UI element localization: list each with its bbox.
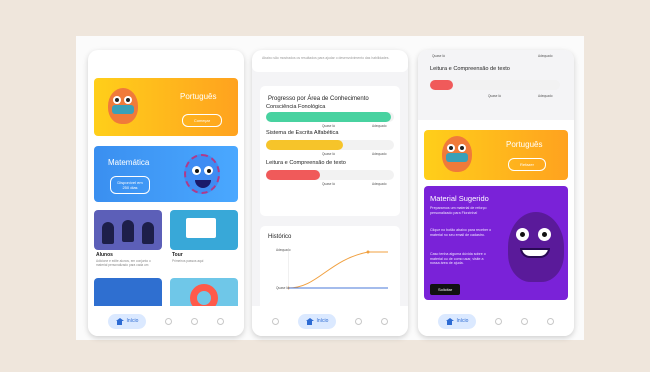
nav-item-icon[interactable] — [495, 317, 503, 325]
nav-item-icon[interactable] — [521, 317, 529, 325]
history-point — [366, 250, 370, 254]
whiteboard-icon — [186, 218, 216, 238]
bottom-navigation: Início — [418, 306, 574, 336]
tick-label: Adequado — [372, 152, 387, 156]
progress-track — [430, 80, 560, 90]
area-label: Leitura e Compreensão de texto — [266, 160, 346, 166]
tick-label: Adequado — [372, 124, 387, 128]
home-icon — [305, 317, 314, 325]
request-material-button[interactable]: Solicitar — [430, 284, 461, 295]
nav-home-button[interactable]: Início — [297, 313, 337, 329]
home-icon — [445, 317, 454, 325]
nav-item-icon[interactable] — [271, 317, 279, 325]
bottom-navigation: Início — [88, 306, 244, 336]
portugues-redo-button[interactable]: Refazer — [508, 158, 546, 171]
history-panel: Histórico Adequado Quase lá — [260, 226, 400, 312]
intro-text: Abaixo são mostrados os resultados para … — [262, 56, 390, 60]
tick-label: Adequado — [538, 54, 553, 58]
material-text: Caso tenha alguma dúvida sobre o materia… — [430, 252, 486, 266]
tick-label: Quase lá — [432, 54, 445, 58]
nav-home-label: Início — [456, 318, 469, 324]
portugues-title: Português — [180, 92, 217, 101]
tick-label: Quase lá — [322, 152, 335, 156]
portugues-banner[interactable]: Português Começar — [94, 78, 238, 136]
area-label: Leitura e Compreensão de texto — [430, 66, 510, 72]
portugues-title: Português — [506, 140, 543, 149]
alunos-description: Adicione e edite alunos, em conjunto o m… — [96, 259, 151, 267]
material-title: Material Sugerido — [430, 194, 489, 203]
progress-panel: Progresso por Área de Conhecimento Consc… — [260, 86, 400, 216]
matematica-title: Matemática — [108, 158, 150, 167]
blue-monster-icon — [184, 154, 220, 194]
nav-item-icon[interactable] — [191, 317, 199, 325]
tick-label: Quase lá — [322, 124, 335, 128]
phone-progress-screen: Abaixo são mostrados os resultados para … — [252, 50, 408, 336]
nav-item-icon[interactable] — [217, 317, 225, 325]
history-y-label: Quase lá — [276, 286, 289, 290]
tick-label: Adequado — [372, 182, 387, 186]
student-silhouette-icon — [142, 222, 154, 244]
matematica-banner[interactable]: Matemática Disponível em 250 dias — [94, 146, 238, 202]
nav-item-icon[interactable] — [381, 317, 389, 325]
nav-home-label: Início — [316, 318, 329, 324]
phone-home-screen: Português Começar Matemática Disponível … — [88, 50, 244, 336]
nav-home-button[interactable]: Início — [107, 313, 147, 329]
bottom-navigation: Início — [252, 306, 408, 336]
progress-track — [266, 170, 394, 180]
portugues-start-button[interactable]: Começar — [182, 114, 222, 127]
history-title: Histórico — [268, 234, 292, 240]
material-text: Clique no botão abaixo para receber o ma… — [430, 228, 492, 237]
student-silhouette-icon — [102, 222, 114, 244]
suggested-material-card: Material Sugerido Preparamos um material… — [424, 186, 568, 300]
area-label: Sistema de Escrita Alfabética — [266, 130, 339, 136]
portugues-banner[interactable]: Português Refazer — [424, 130, 568, 180]
nav-home-button[interactable]: Início — [437, 313, 477, 329]
progress-fill — [266, 112, 392, 122]
intro-section: Abaixo são mostrados os resultados para … — [252, 50, 408, 72]
alunos-label: Alunos — [96, 252, 113, 258]
progress-track — [266, 112, 394, 122]
screenshot-card: Português Começar Matemática Disponível … — [76, 36, 584, 340]
area-progress-section: Quase lá Adequado Leitura e Compreensão … — [418, 50, 574, 120]
nav-home-label: Início — [126, 318, 139, 324]
orange-monster-icon — [108, 88, 138, 124]
home-icon — [115, 317, 124, 325]
matematica-availability-button[interactable]: Disponível em 250 dias — [110, 176, 150, 194]
nav-item-icon[interactable] — [355, 317, 363, 325]
orange-monster-icon — [442, 136, 472, 172]
tick-label: Quase lá — [488, 94, 501, 98]
nav-item-icon[interactable] — [165, 317, 173, 325]
tour-tile[interactable] — [170, 210, 238, 250]
student-silhouette-icon — [122, 220, 134, 242]
progress-fill — [266, 140, 343, 150]
phone-suggestion-screen: Quase lá Adequado Leitura e Compreensão … — [418, 50, 574, 336]
nav-item-icon[interactable] — [547, 317, 555, 325]
alunos-tile[interactable] — [94, 210, 162, 250]
history-chart — [288, 248, 388, 290]
progress-fill — [430, 80, 454, 90]
tick-label: Adequado — [538, 94, 553, 98]
tour-label: Tour — [172, 252, 183, 258]
area-label: Consciência Fonológica — [266, 104, 326, 110]
history-line — [288, 251, 388, 289]
purple-monster-icon — [508, 212, 564, 282]
tick-label: Quase lá — [322, 182, 335, 186]
progress-track — [266, 140, 394, 150]
progress-fill — [266, 170, 320, 180]
material-text: Preparamos um material de reforço person… — [430, 206, 487, 215]
progress-title: Progresso por Área de Conhecimento — [268, 96, 369, 102]
tour-description: Primeiros passos aqui — [172, 259, 204, 263]
